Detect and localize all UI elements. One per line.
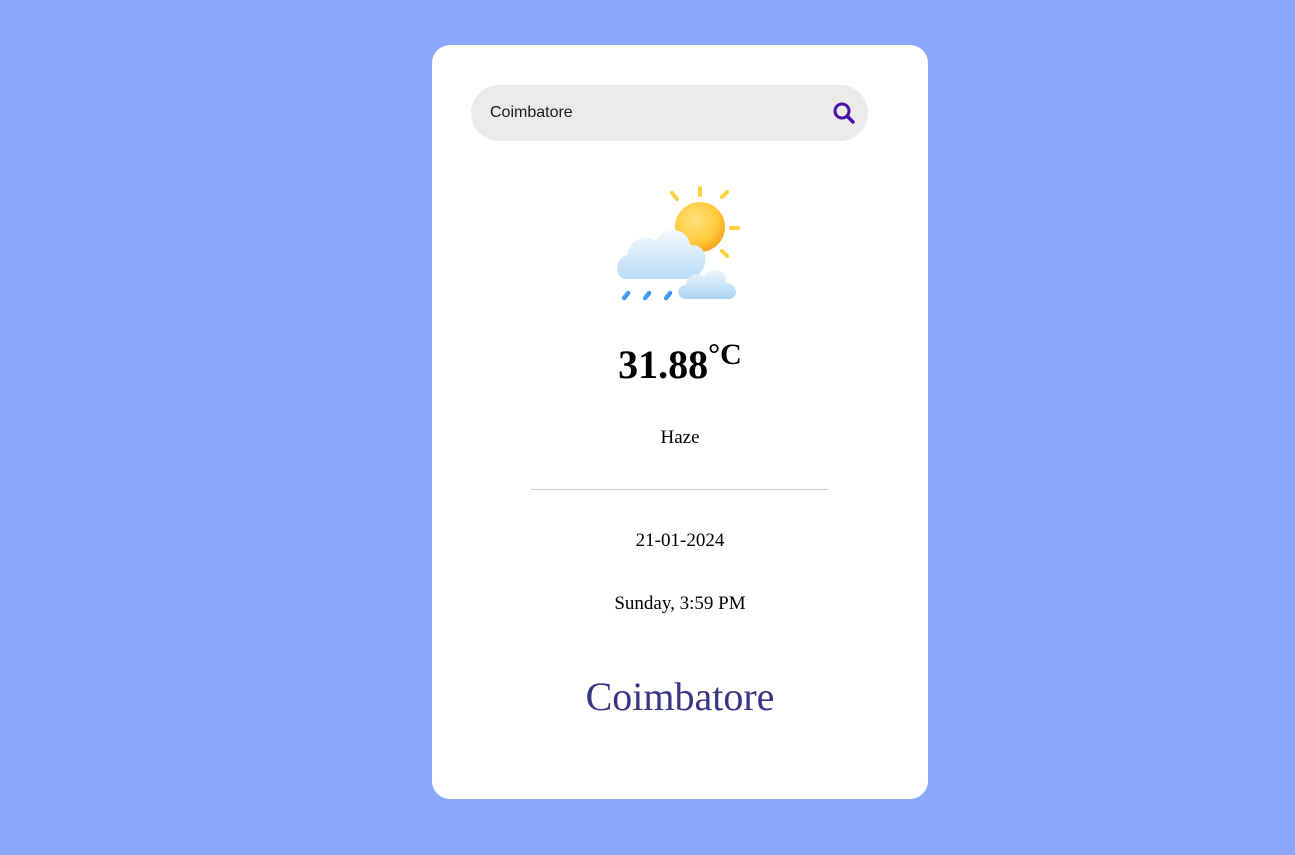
weather-card: 31.88°C Haze 21-01-2024 Sunday, 3:59 PM … (432, 45, 928, 799)
temperature: 31.88°C (432, 340, 928, 385)
day-time: Sunday, 3:59 PM (614, 593, 746, 614)
weather-condition: Haze (660, 427, 700, 448)
search-input[interactable] (490, 85, 810, 141)
temperature-value: 31.88 (618, 342, 709, 387)
sun-cloud-rain-icon (614, 183, 746, 303)
search-icon[interactable] (831, 100, 857, 126)
date: 21-01-2024 (635, 530, 725, 551)
city-name: Coimbatore (585, 674, 775, 719)
search-bar (471, 85, 868, 141)
divider (531, 489, 828, 490)
temperature-unit: °C (708, 338, 742, 371)
